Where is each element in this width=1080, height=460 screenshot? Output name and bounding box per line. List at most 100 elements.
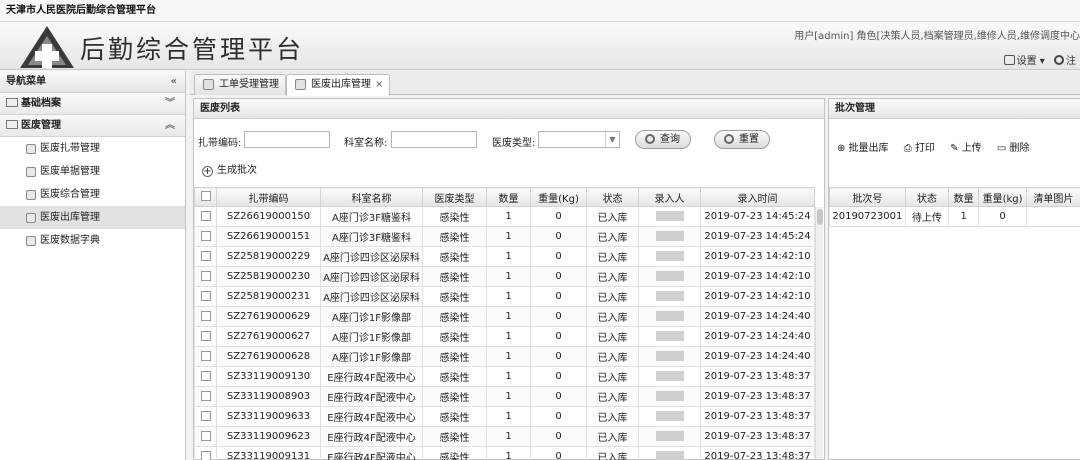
cell-status: 已入库	[586, 246, 639, 267]
row-checkbox[interactable]	[200, 370, 211, 381]
select-all-checkbox[interactable]	[200, 191, 211, 201]
cell-entered-by	[638, 446, 701, 460]
row-checkbox[interactable]	[200, 410, 211, 421]
row-select[interactable]	[194, 306, 217, 327]
column-header[interactable]: 状态	[904, 187, 949, 207]
table-row[interactable]: SZ33119009131 E座行政4F配液中心 感染性 1 0 已入库 2019-07-2…	[194, 446, 815, 460]
column-header[interactable]: 重量(Kg)	[530, 187, 587, 207]
row-checkbox[interactable]	[200, 430, 211, 441]
section-basic-archive[interactable]: 基础档案 ︾	[0, 93, 185, 115]
table-row[interactable]: SZ27619000628 A座门诊1F影像部 感染性 1 0 已入库 2019-07-23…	[194, 346, 815, 367]
table-row[interactable]: 20190723001 待上传 1 0	[829, 206, 1080, 227]
table-row[interactable]: SZ33119009623 E座行政4F配液中心 感染性 1 0 已入库 2019-07-2…	[194, 426, 815, 447]
row-select[interactable]	[194, 366, 217, 387]
column-header[interactable]: 扎带编码	[216, 187, 321, 207]
row-select[interactable]	[194, 446, 217, 460]
sidebar-item-document-management[interactable]: 医废单据管理	[0, 160, 185, 183]
row-select[interactable]	[194, 226, 217, 247]
row-select[interactable]	[194, 246, 217, 267]
cell-qty: 1	[486, 346, 531, 367]
table-row[interactable]: SZ25819000230 A座门诊四诊区泌尿科 感染性 1 0 已入库 2019-07-2…	[194, 266, 815, 287]
table-row[interactable]: SZ27619000627 A座门诊1F影像部 感染性 1 0 已入库 2019-07-23…	[194, 326, 815, 347]
delete-button[interactable]: ▭ 删除	[997, 143, 1030, 154]
column-header[interactable]: 数量	[947, 187, 980, 207]
select-all-header[interactable]	[194, 187, 217, 207]
row-checkbox[interactable]	[200, 310, 211, 321]
table-row[interactable]: SZ26619000151 A座门诊3F糖鉴科 感染性 1 0 已入库 2019-07-23…	[194, 226, 815, 247]
row-checkbox[interactable]	[200, 450, 211, 460]
cell-weight: 0	[978, 206, 1027, 227]
row-select[interactable]	[194, 346, 217, 367]
column-header[interactable]: 录入时间	[700, 187, 815, 207]
tab-outbound[interactable]: 医废出库管理 ×	[286, 74, 391, 96]
cell-weight: 0	[530, 386, 587, 407]
row-select[interactable]	[194, 386, 217, 407]
batch-outbound-button[interactable]: ⊕ 批量出库	[837, 143, 889, 154]
column-header[interactable]: 清单图片	[1025, 187, 1080, 207]
cell-weight: 0	[530, 366, 587, 387]
column-header[interactable]: 科室名称	[320, 187, 423, 207]
cell-time: 2019-07-23 14:24:40	[700, 326, 815, 347]
row-select[interactable]	[194, 326, 217, 347]
vertical-scrollbar[interactable]	[815, 207, 823, 459]
close-tab-icon[interactable]: ×	[375, 79, 383, 90]
section-medical-waste[interactable]: 医废管理 ︽	[0, 115, 185, 137]
table-row[interactable]: SZ33119008903 E座行政4F配液中心 感染性 1 0 已入库 2019-07-2…	[194, 386, 815, 407]
print-button[interactable]: ⎙ 打印	[904, 143, 935, 154]
row-checkbox[interactable]	[200, 290, 211, 301]
table-row[interactable]: SZ25819000231 A座门诊四诊区泌尿科 感染性 1 0 已入库 2019-07-2…	[194, 286, 815, 307]
cell-image[interactable]	[1025, 206, 1080, 227]
sidebar-item-data-dictionary[interactable]: 医废数据字典	[0, 229, 185, 252]
type-select[interactable]: ▼	[538, 131, 620, 148]
column-header[interactable]: 医废类型	[422, 187, 487, 207]
query-button[interactable]: 查询	[635, 130, 691, 149]
upload-button[interactable]: ✎ 上传	[950, 143, 982, 154]
cell-dept: A座门诊1F影像部	[320, 326, 423, 347]
column-header[interactable]: 数量	[486, 187, 531, 207]
column-header[interactable]: 批次号	[829, 187, 906, 207]
row-checkbox[interactable]	[200, 250, 211, 261]
dept-input[interactable]	[391, 131, 477, 148]
row-select[interactable]	[194, 286, 217, 307]
column-header[interactable]: 录入人	[638, 187, 701, 207]
row-select[interactable]	[194, 406, 217, 427]
tab-work-order[interactable]: 工单受理管理	[194, 74, 286, 95]
cell-qty: 1	[486, 326, 531, 347]
add-icon: +	[202, 166, 213, 177]
column-header[interactable]: 重量(kg)	[978, 187, 1027, 207]
cell-status: 已入库	[586, 266, 639, 287]
collapse-icon: ︽	[165, 120, 175, 131]
type-label: 医废类型:	[492, 138, 536, 149]
row-select[interactable]	[194, 206, 217, 227]
table-row[interactable]: SZ26619000150 A座门诊3F糖鉴科 感染性 1 0 已入库 2019-07-23…	[194, 206, 815, 227]
table-row[interactable]: SZ27619000629 A座门诊1F影像部 感染性 1 0 已入库 2019-07-23…	[194, 306, 815, 327]
page-icon	[26, 236, 36, 246]
row-checkbox[interactable]	[200, 270, 211, 281]
cell-qty: 1	[947, 206, 980, 227]
generate-batch-button[interactable]: + 生成批次	[202, 161, 257, 177]
row-checkbox[interactable]	[200, 350, 211, 361]
table-row[interactable]: SZ33119009130 E座行政4F配液中心 感染性 1 0 已入库 2019-07-2…	[194, 366, 815, 387]
cell-code: SZ26619000151	[216, 226, 321, 247]
exit-button[interactable]: 注	[1054, 55, 1076, 67]
sidebar-item-tie-management[interactable]: 医废扎带管理	[0, 137, 185, 160]
header-tools: 设置 ▾ 注	[998, 52, 1076, 67]
collapse-sidebar-icon[interactable]: «	[171, 71, 177, 93]
row-checkbox[interactable]	[200, 330, 211, 341]
row-select[interactable]	[194, 426, 217, 447]
row-checkbox[interactable]	[200, 390, 211, 401]
row-select[interactable]	[194, 266, 217, 287]
row-checkbox[interactable]	[200, 210, 211, 221]
cell-entered-by	[638, 386, 701, 407]
scroll-thumb[interactable]	[817, 209, 823, 225]
table-row[interactable]: SZ33119009633 E座行政4F配液中心 感染性 1 0 已入库 2019-07-2…	[194, 406, 815, 427]
sidebar-item-outbound-management[interactable]: 医废出库管理	[0, 206, 185, 229]
settings-menu[interactable]: 设置 ▾	[1003, 55, 1045, 67]
code-input[interactable]	[244, 131, 330, 148]
reset-button[interactable]: 重置	[714, 130, 770, 149]
table-row[interactable]: SZ25819000229 A座门诊四诊区泌尿科 感染性 1 0 已入库 2019-07-2…	[194, 246, 815, 267]
sidebar-item-general-management[interactable]: 医废综合管理	[0, 183, 185, 206]
row-checkbox[interactable]	[200, 230, 211, 241]
column-header[interactable]: 状态	[586, 187, 639, 207]
cell-dept: A座门诊1F影像部	[320, 346, 423, 367]
